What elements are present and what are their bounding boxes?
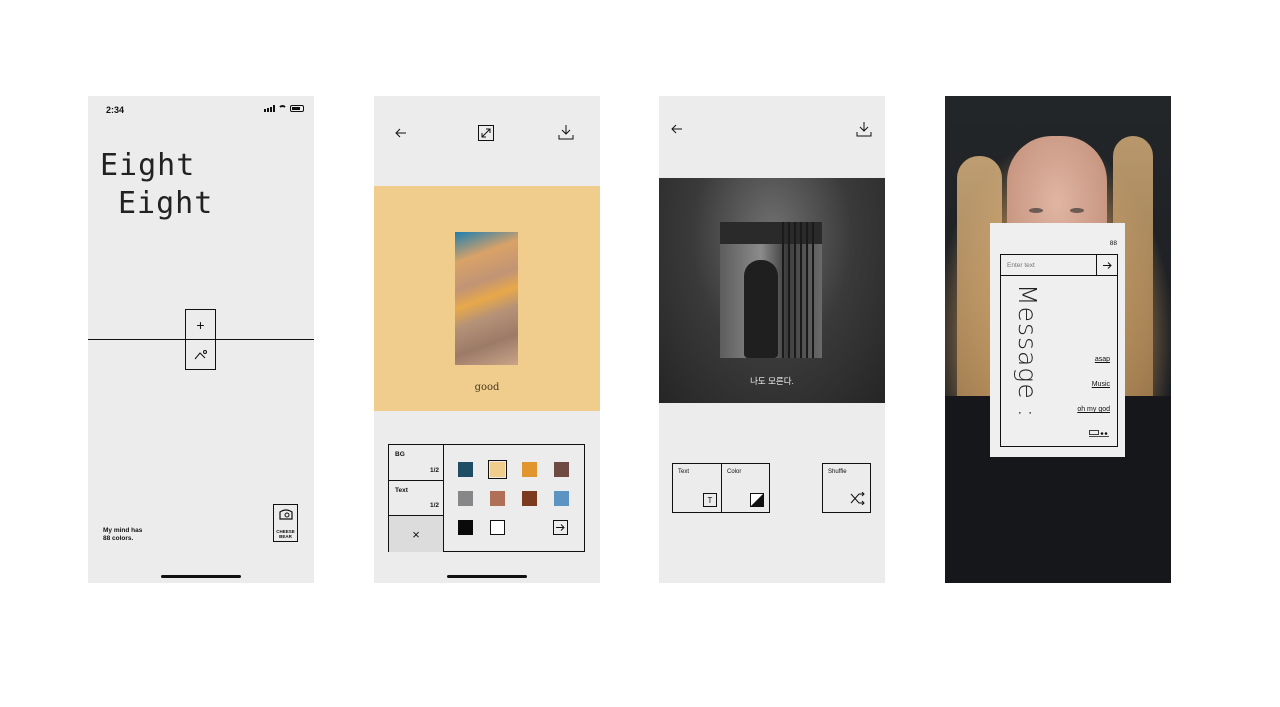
bg-tab[interactable]: BG 1/2: [389, 445, 444, 481]
text-color-controls: Text T Color: [672, 463, 770, 513]
color-swatch[interactable]: [522, 491, 537, 506]
text-label: Text: [678, 469, 690, 475]
cheese-bear-logo: CHEESE BEAR: [273, 504, 298, 542]
text-control[interactable]: Text T: [673, 464, 722, 512]
home-indicator: [161, 575, 241, 578]
message-body: Message : asap Music oh my god: [1000, 276, 1118, 447]
preview-photo: [720, 222, 822, 358]
wifi-icon: [278, 105, 287, 112]
link-music[interactable]: Music: [1092, 381, 1110, 388]
color-swatch[interactable]: [490, 491, 505, 506]
logo-text-bottom: BEAR: [279, 534, 292, 539]
plus-icon: +: [196, 316, 205, 333]
shuffle-icon: [850, 492, 865, 505]
arrow-right-icon: [1102, 261, 1112, 269]
signal-icon: [264, 105, 275, 112]
color-swatch[interactable]: [554, 491, 569, 506]
arrow-left-icon: [671, 124, 682, 134]
editor-screen: good BG 1/2 Text 1/2 ×: [374, 96, 600, 583]
link-oh-my-god[interactable]: oh my god: [1077, 406, 1110, 413]
image-button[interactable]: [185, 339, 216, 370]
back-button[interactable]: [393, 125, 409, 141]
typewriter-icon: [1089, 430, 1109, 437]
preview-caption: good: [474, 382, 500, 393]
shuffle-button[interactable]: Shuffle: [822, 463, 871, 513]
status-icons: [264, 105, 304, 112]
color-swatch[interactable]: [488, 460, 507, 479]
bg-label: BG: [395, 451, 405, 458]
color-palette: BG 1/2 Text 1/2 ×: [388, 444, 585, 552]
submit-button[interactable]: [1097, 255, 1117, 275]
color-swatch[interactable]: [554, 462, 569, 477]
home-indicator: [447, 575, 527, 578]
cheese-icon: [278, 509, 293, 520]
home-screen: 2:34 Eight Eight + My mind has 88 colors…: [88, 96, 314, 583]
color-swatch[interactable]: [458, 491, 473, 506]
download-button[interactable]: [856, 121, 872, 137]
expand-button[interactable]: [478, 125, 494, 141]
shuffle-label: Shuffle: [828, 469, 847, 475]
message-card: 88 Message : asap Music oh my god: [990, 223, 1125, 457]
photo-text-screen: 나도 모른다. Text T Color Shuffle: [659, 96, 885, 583]
text-tab[interactable]: Text 1/2: [389, 481, 444, 516]
vertical-message: Message :: [1013, 284, 1042, 419]
message-input-row: [1000, 254, 1118, 276]
download-button[interactable]: [558, 124, 574, 140]
add-button[interactable]: +: [185, 309, 216, 340]
preview-canvas: 나도 모른다.: [659, 178, 885, 403]
bg-page: 1/2: [429, 467, 439, 474]
preview-caption: 나도 모른다.: [750, 376, 794, 386]
close-button[interactable]: ×: [389, 516, 444, 552]
battery-icon: [290, 105, 304, 112]
close-icon: ×: [412, 526, 420, 542]
color-swatch[interactable]: [522, 462, 537, 477]
tagline: My mind has 88 colors.: [103, 527, 143, 542]
arrow-left-icon: [395, 128, 406, 138]
color-icon: [750, 493, 764, 507]
color-swatch[interactable]: [458, 462, 473, 477]
preview-photo: [455, 232, 518, 365]
message-input[interactable]: [1001, 255, 1097, 275]
color-counter: 88: [1109, 240, 1117, 247]
download-icon: [856, 122, 872, 137]
back-button[interactable]: [669, 121, 685, 137]
expand-icon: [481, 128, 491, 138]
color-label: Color: [727, 469, 742, 475]
text-icon: T: [703, 493, 717, 507]
download-icon: [558, 125, 574, 140]
color-swatch[interactable]: [458, 520, 473, 535]
arrow-right-icon: [556, 524, 565, 531]
next-palette-button[interactable]: [553, 520, 568, 535]
text-label: Text: [395, 487, 408, 494]
app-title-line-2: Eight: [118, 186, 214, 221]
preview-canvas: good: [374, 186, 600, 411]
color-swatch[interactable]: [490, 520, 505, 535]
image-icon: [194, 349, 207, 359]
link-asap[interactable]: asap: [1095, 356, 1110, 363]
status-time: 2:34: [106, 105, 125, 115]
message-screen: 88 Message : asap Music oh my god: [945, 96, 1171, 583]
app-title-line-1: Eight: [100, 148, 196, 183]
text-page: 1/2: [429, 502, 439, 509]
color-control[interactable]: Color: [722, 464, 769, 512]
